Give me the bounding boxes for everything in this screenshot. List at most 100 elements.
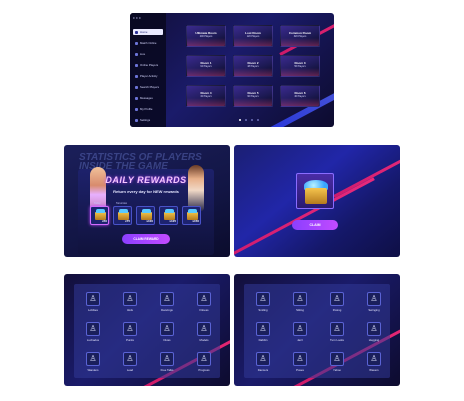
claim-screen: CLAIM [234,145,400,257]
emote-label: Lobbies [88,308,98,312]
sidebar-item[interactable]: Live [133,51,163,57]
emote-tile[interactable]: ♙ Dancers [248,352,278,376]
emote-label: Yahoo [333,368,341,372]
sidebar-item-label: Search Players [140,85,159,89]
room-image [234,98,272,106]
emote-label: Fitness [199,308,209,312]
room-players: 90 Players [247,95,259,98]
reward-day-card[interactable]: x75 [113,206,132,225]
reward-amount: x50 [101,219,107,223]
figure-icon: ♙ [330,322,344,336]
room-card[interactable]: Room 5 90 Players [233,85,273,107]
figure-icon: ♙ [293,352,307,366]
emote-label: Posing [332,308,342,312]
emote-label: Hugging [368,338,380,342]
sidebar-item[interactable]: Online Players [133,62,163,68]
sidebar-item-label: My Profile [140,107,153,111]
reward-day-card[interactable]: x150 [182,206,201,225]
reward-day-card[interactable]: x100 [136,206,155,225]
emote-tile[interactable]: ♙ Swinging [359,292,389,316]
figure-icon: ♙ [160,352,174,366]
room-pager[interactable] [239,119,259,121]
room-players: 64 Players [200,65,212,68]
menu-icon [135,41,138,45]
emote-tile[interactable]: ♙ Free Talks [152,352,182,376]
reward-day-card[interactable]: x125 [159,206,178,225]
emote-tile[interactable]: ♙ Poses [285,352,315,376]
emote-tile[interactable]: ♙ Progress [189,352,219,376]
emote-label: Wanders [87,368,99,372]
emote-tile[interactable]: ♙ Dancings [152,292,182,316]
emote-tile[interactable]: ♙ Yahoo [322,352,352,376]
day-label-tomorrow: Tomorrow [116,202,127,205]
emote-label: Progress [198,368,210,372]
sidebar-item[interactable]: Match Online [133,40,163,46]
emote-tile[interactable]: ♙ Posing [322,292,352,316]
menu-icon [135,30,138,34]
room-image [234,38,272,46]
sidebar-item-label: Live [140,52,146,56]
rewards-subtitle: Return every day for NEW rewards [113,189,179,194]
emote-label: Punks [126,338,134,342]
emote-tile[interactable]: ♙ Sitting [285,292,315,316]
emote-tile[interactable]: ♙ Models [189,322,219,346]
emote-tile[interactable]: ♙ Dabbin [248,322,278,346]
emote-label: Poses [296,368,304,372]
emote-tile[interactable]: ♙ Luchados [78,322,108,346]
room-card[interactable]: Room 2 48 Players [233,55,273,77]
room-card[interactable]: Room 3 56 Players [280,55,320,77]
emote-tile[interactable]: ♙ Lead [115,352,145,376]
room-card[interactable]: Room 6 40 Players [280,85,320,107]
emote-label: Turn Looks [330,338,344,342]
app-title: ≡ ≡ ≡ [133,16,141,20]
room-image [187,38,225,46]
sidebar-item[interactable]: Player Activity [133,73,163,79]
claim-button[interactable]: CLAIM [292,220,338,230]
figure-icon: ♙ [123,322,137,336]
room-image [187,68,225,76]
emote-tile[interactable]: ♙ Divas [152,322,182,346]
emote-tile[interactable]: ♙ Turn Looks [322,322,352,346]
sidebar-item[interactable]: My Profile [133,106,163,112]
pager-dot[interactable] [251,119,253,121]
pager-dot[interactable] [239,119,241,121]
room-card[interactable]: Room 4 32 Players [186,85,226,107]
room-players: 40 Players [294,95,306,98]
room-players: 32 Players [200,95,212,98]
pager-dot[interactable] [245,119,247,121]
room-card[interactable]: Room 1 64 Players [186,55,226,77]
daily-rewards-screen: STATISTICS OF PLAYERS INSIDE THE GAME DA… [64,145,230,257]
sidebar-item[interactable]: Search Players [133,84,163,90]
figure-icon: ♙ [367,292,381,306]
emote-tile[interactable]: ♙ Hugging [359,322,389,346]
room-card[interactable]: Lost Room 120 Players [233,25,273,47]
emote-tile[interactable]: ♙ Jazz [285,322,315,346]
emote-label: Dancers [257,368,269,372]
emote-tile[interactable]: ♙ Smiling [248,292,278,316]
sidebar-item[interactable]: Home [133,29,163,35]
emote-tile[interactable]: ♙ Lobbies [78,292,108,316]
emote-label: Models [199,338,209,342]
menu-icon [135,74,138,78]
sidebar-item[interactable]: Settings [133,117,163,123]
emote-tile[interactable]: ♙ Wavers [359,352,389,376]
emote-tile[interactable]: ♙ Fitness [189,292,219,316]
room-card[interactable]: Ultimate Room 200 Players [186,25,226,47]
room-image [281,68,319,76]
reward-day-card[interactable]: x50 [90,206,109,225]
menu-icon [135,63,138,67]
emote-tile[interactable]: ♙ Idols [115,292,145,316]
figure-icon: ♙ [86,322,100,336]
claim-reward-button[interactable]: CLAIM REWARD [122,234,170,244]
emote-label: Dabbin [258,338,268,342]
figure-icon: ♙ [256,322,270,336]
room-image [187,98,225,106]
room-card[interactable]: Common Room 320 Players [280,25,320,47]
rewards-title: DAILY REWARDS [105,175,187,185]
emote-tile[interactable]: ♙ Wanders [78,352,108,376]
figure-icon: ♙ [160,322,174,336]
character-right [188,165,204,211]
emote-tile[interactable]: ♙ Punks [115,322,145,346]
sidebar-item[interactable]: Messages [133,95,163,101]
pager-dot[interactable] [257,119,259,121]
